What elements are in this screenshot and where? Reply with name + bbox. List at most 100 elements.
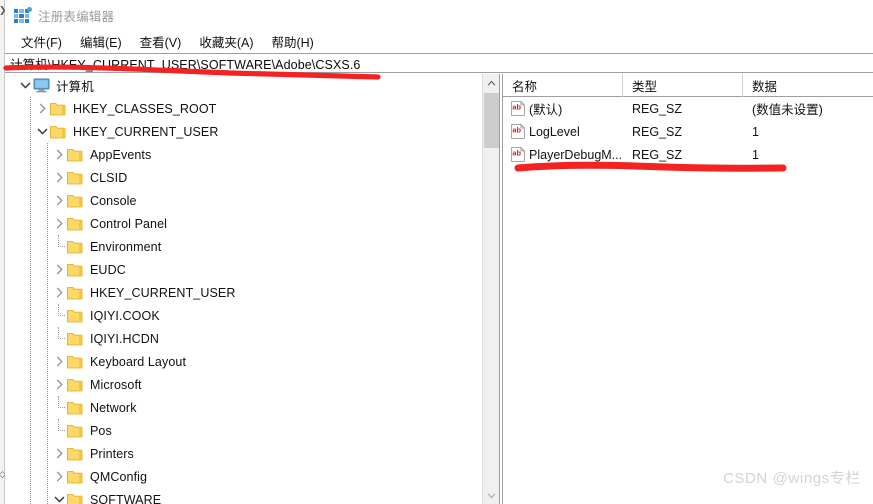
tree-item-software[interactable]: SOFTWARE [5, 488, 482, 504]
chevron-down-icon[interactable] [34, 120, 50, 143]
tree-item-network[interactable]: Network [5, 396, 482, 419]
value-data-cell: 1 [752, 124, 759, 139]
tree-item-iqiyi-cook[interactable]: IQIYI.COOK [5, 304, 482, 327]
chevron-right-icon[interactable] [51, 373, 67, 396]
value-type-cell: REG_SZ [632, 124, 683, 139]
content-area: 计算机 HKEY_CLASSES_ROOT HKEY_CURRENT_USER App… [5, 74, 873, 504]
scroll-down-arrow-icon[interactable] [483, 487, 499, 504]
tree-item-clsid[interactable]: CLSID [5, 166, 482, 189]
tree-guide-rail [30, 97, 31, 504]
tree-guide-rail [47, 143, 48, 504]
values-list[interactable]: ab (默认) REG_SZ (数值未设置) ab LogLevel REG_SZ 1 ab Pl… [503, 97, 873, 166]
tree-item-label: Console [90, 193, 137, 208]
scroll-up-arrow-icon[interactable] [483, 74, 499, 91]
folder-icon [67, 148, 83, 162]
tree-item-qmconfig[interactable]: QMConfig [5, 465, 482, 488]
value-name-cell: ab PlayerDebugM... [503, 147, 623, 162]
registry-tree[interactable]: 计算机 HKEY_CLASSES_ROOT HKEY_CURRENT_USER App… [5, 74, 482, 504]
tree-item-printers[interactable]: Printers [5, 442, 482, 465]
menu-help[interactable]: 帮助(H) [263, 30, 323, 53]
column-name[interactable]: 名称 [503, 74, 623, 97]
tree-guide-line [51, 419, 67, 442]
tree-item-eudc[interactable]: EUDC [5, 258, 482, 281]
tree-item-pos[interactable]: Pos [5, 419, 482, 442]
values-list-row[interactable]: ab LogLevel REG_SZ 1 [503, 120, 873, 143]
values-list-row[interactable]: ab PlayerDebugM... REG_SZ 1 [503, 143, 873, 166]
values-list-row[interactable]: ab (默认) REG_SZ (数值未设置) [503, 97, 873, 120]
tree-guide-line [51, 327, 67, 350]
watermark: CSDN @wings专栏 [722, 470, 861, 487]
tree-item-label: SOFTWARE [90, 492, 162, 504]
tree-item-hkey-current-user[interactable]: HKEY_CURRENT_USER [5, 120, 482, 143]
address-path-text[interactable]: 计算机\HKEY_CURRENT_USER\SOFTWARE\Adobe\CSX… [10, 54, 360, 73]
tree-item-label: Control Panel [90, 216, 168, 231]
menu-file[interactable]: 文件(F) [13, 30, 72, 53]
folder-icon [67, 447, 83, 461]
tree-item-label: Pos [90, 423, 112, 438]
menu-favorites[interactable]: 收藏夹(A) [191, 30, 263, 53]
string-value-ab-icon: ab [511, 124, 525, 139]
chevron-down-icon[interactable] [51, 488, 67, 504]
chevron-right-icon[interactable] [51, 281, 67, 304]
tree-item-iqiyi-hcdn[interactable]: IQIYI.HCDN [5, 327, 482, 350]
chevron-right-icon[interactable] [51, 166, 67, 189]
folder-icon [67, 240, 83, 254]
tree-item-appevents[interactable]: AppEvents [5, 143, 482, 166]
column-type[interactable]: 类型 [623, 74, 743, 97]
tree-item-label: 计算机 [56, 80, 94, 94]
tree-item-console[interactable]: Console [5, 189, 482, 212]
tree-item-[interactable]: 计算机 [5, 74, 482, 97]
column-data[interactable]: 数据 [743, 74, 866, 97]
registry-values-panel: 名称 类型 数据 ab (默认) REG_SZ (数值未设置) ab LogLevel REG_… [503, 74, 873, 504]
window-title: 注册表编辑器 [38, 9, 115, 24]
chevron-right-icon[interactable] [51, 189, 67, 212]
tree-item-hkey-classes-root[interactable]: HKEY_CLASSES_ROOT [5, 97, 482, 120]
tree-scrollbar-thumb[interactable] [484, 93, 499, 148]
tree-item-hkey-current-user[interactable]: HKEY_CURRENT_USER [5, 281, 482, 304]
registry-tree-panel: 计算机 HKEY_CLASSES_ROOT HKEY_CURRENT_USER App… [5, 74, 499, 504]
string-value-ab-icon: ab [511, 147, 525, 162]
tree-item-control-panel[interactable]: Control Panel [5, 212, 482, 235]
folder-icon [67, 493, 83, 504]
tree-item-label: HKEY_CURRENT_USER [73, 124, 219, 139]
menu-view[interactable]: 查看(V) [132, 30, 192, 53]
chevron-right-icon[interactable] [34, 97, 50, 120]
tree-vertical-scrollbar[interactable] [482, 74, 499, 504]
chevron-right-icon[interactable] [51, 350, 67, 373]
folder-icon [67, 263, 83, 277]
tree-item-environment[interactable]: Environment [5, 235, 482, 258]
tree-item-label: Printers [90, 446, 134, 461]
chevron-right-icon[interactable] [51, 143, 67, 166]
chevron-right-icon[interactable] [51, 258, 67, 281]
address-bar[interactable]: 计算机\HKEY_CURRENT_USER\SOFTWARE\Adobe\CSX… [5, 53, 873, 73]
tree-item-microsoft[interactable]: Microsoft [5, 373, 482, 396]
value-name-text: PlayerDebugM... [529, 147, 623, 162]
tree-item-keyboard-layout[interactable]: Keyboard Layout [5, 350, 482, 373]
tree-guide-line [51, 304, 67, 327]
chevron-right-icon[interactable] [51, 212, 67, 235]
folder-icon [67, 286, 83, 300]
chevron-down-icon[interactable] [17, 74, 33, 97]
tree-item-label: AppEvents [90, 147, 152, 162]
values-column-header: 名称 类型 数据 [503, 74, 873, 97]
value-data-cell: (数值未设置) [752, 103, 823, 117]
value-name-text: (默认) [529, 103, 563, 117]
chevron-right-icon[interactable] [51, 442, 67, 465]
folder-icon [67, 194, 83, 208]
folder-icon [67, 470, 83, 484]
value-data-cell: 1 [752, 147, 759, 162]
tree-item-label: Keyboard Layout [90, 354, 187, 369]
menu-edit[interactable]: 编辑(E) [72, 30, 132, 53]
folder-icon [67, 401, 83, 415]
folder-icon [50, 102, 66, 116]
chevron-right-icon[interactable] [51, 465, 67, 488]
tree-guide-line [51, 396, 67, 419]
